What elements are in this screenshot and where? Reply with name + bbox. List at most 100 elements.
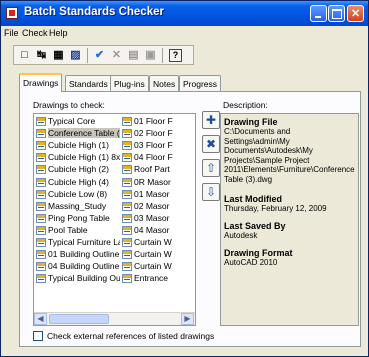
dwg-file-icon <box>36 238 46 247</box>
tab-plugins[interactable]: Plug-ins <box>110 75 149 91</box>
drawing-format-value: AutoCAD 2010 <box>224 258 278 267</box>
drawing-list-item-label: Cubicle High (1) 8x10 <box>48 152 120 163</box>
description-label: Description: <box>223 100 268 110</box>
menu-check[interactable]: Check <box>22 28 48 38</box>
dwg-file-icon <box>122 141 132 151</box>
drawing-list-item[interactable]: 03 Masor <box>122 212 195 224</box>
toolbar-separator <box>162 48 163 63</box>
check-standards-icon[interactable]: ✔ <box>92 48 107 63</box>
remove-drawing-icon[interactable]: ✖ <box>202 135 220 153</box>
save-icon[interactable]: ▦ <box>51 48 66 63</box>
view-report-icon[interactable]: ▤ <box>126 48 141 63</box>
dwg-file-icon <box>36 213 46 223</box>
drawing-list-item[interactable]: Cubicle High (1) <box>36 140 120 151</box>
drawing-list-item[interactable]: 01 Masor <box>122 189 195 200</box>
drawing-list-item[interactable]: Typical Furniture Layout <box>36 237 120 248</box>
external-references-label[interactable]: Check external references of listed draw… <box>47 331 214 341</box>
drawing-list-item[interactable]: 02 Masor <box>122 201 195 212</box>
tab-notes[interactable]: Notes <box>149 75 180 91</box>
drawing-list-item[interactable]: 04 Building Outline <box>36 261 120 272</box>
dwg-file-icon <box>122 117 132 126</box>
toolbar: □ ↹ ▦ ▨ ✔ ✕ ▤ ▣ ? <box>13 45 194 65</box>
dwg-file-icon <box>122 225 132 235</box>
drawing-list-item[interactable]: Curtain W <box>122 249 195 260</box>
tab-progress[interactable]: Progress <box>179 75 222 91</box>
menu-help[interactable]: Help <box>49 28 68 38</box>
scroll-thumb[interactable] <box>49 314 109 324</box>
dwg-file-icon <box>122 274 132 284</box>
window-title: Batch Standards Checker <box>24 6 164 18</box>
dwg-file-icon <box>36 189 46 199</box>
drawing-list-item-label: Typical Core <box>48 116 96 126</box>
scroll-right-icon[interactable]: ▶ <box>181 313 194 325</box>
drawing-list-item[interactable]: Typical Core <box>36 116 120 127</box>
drawing-list-item-label: Conference Table (3) <box>48 128 120 139</box>
drawing-list-item[interactable]: 03 Floor F <box>122 140 195 151</box>
drawing-file-heading: Drawing File <box>224 117 278 127</box>
drawings-list[interactable]: Entrance Curtain W Curtain W Curtain W 04 Ma… <box>33 113 196 326</box>
last-modified-value: Thursday, February 12, 2009 <box>224 204 327 213</box>
drawing-list-item-label: Curtain W <box>134 237 172 247</box>
drawing-list-item-label: 04 Building Outline <box>48 261 120 272</box>
dwg-file-icon <box>36 165 46 175</box>
menu-bar: File Check Help <box>1 26 368 42</box>
drawing-list-item-label: 04 Floor F <box>134 152 173 163</box>
drawing-list-item[interactable]: Curtain W <box>122 261 195 272</box>
drawing-list-item-label: 03 Masor <box>134 212 170 223</box>
description-pane: Drawing File C:\Documents and Settings\a… <box>220 113 359 326</box>
drawing-list-item[interactable]: Ping Pong Table <box>36 213 120 224</box>
dwg-file-icon <box>122 177 132 187</box>
maximize-button[interactable] <box>328 5 345 22</box>
export-report-icon[interactable]: ▣ <box>143 48 158 63</box>
external-references-checkbox[interactable] <box>33 331 43 341</box>
scroll-left-icon[interactable]: ◀ <box>34 313 47 325</box>
minimize-button[interactable] <box>310 5 327 22</box>
drawing-list-item[interactable]: Entrance <box>122 273 195 284</box>
drawing-list-item[interactable]: Curtain W <box>122 237 195 248</box>
title-bar[interactable]: Batch Standards Checker <box>1 1 368 26</box>
drawing-list-item-label: Massing_Study <box>48 200 107 211</box>
drawing-list-item[interactable]: Cubicle High (2) <box>36 164 120 175</box>
move-down-icon[interactable]: ⇩ <box>202 183 220 201</box>
drawing-list-item-label: Curtain W <box>134 261 172 272</box>
open-folder-icon[interactable]: ↹ <box>34 48 49 63</box>
drawing-list-item-label: Pool Table <box>48 224 88 235</box>
dwg-file-icon <box>122 238 132 247</box>
tab-drawings[interactable]: Drawings <box>19 73 63 92</box>
drawing-list-item[interactable]: Massing_Study <box>36 201 120 212</box>
drawing-list-item[interactable]: 01 Building Outline <box>36 249 120 260</box>
drawing-list-item[interactable]: 04 Masor <box>122 225 195 236</box>
drawing-list-item[interactable]: Roof Part <box>122 164 195 175</box>
new-file-icon[interactable]: □ <box>17 48 32 63</box>
dwg-file-icon <box>36 225 46 235</box>
last-saved-by-value: Autodesk <box>224 231 258 240</box>
drawing-list-item-label: Cubicle High (4) <box>48 176 109 187</box>
drawing-list-item[interactable]: Pool Table <box>36 225 120 236</box>
drawing-list-item[interactable]: Cubicle Low (8) <box>36 189 120 200</box>
menu-file[interactable]: File <box>4 28 19 38</box>
help-icon[interactable]: ? <box>169 49 182 62</box>
drawing-list-item-label: 01 Floor F <box>134 116 173 126</box>
drawing-list-item[interactable]: Conference Table (3) <box>36 128 120 139</box>
drawing-list-item-label: Typical Building Outline <box>48 273 120 284</box>
drawing-list-item[interactable]: 02 Floor F <box>122 128 195 139</box>
save-as-icon[interactable]: ▨ <box>68 48 83 63</box>
dwg-file-icon <box>122 153 132 163</box>
drawing-list-item-label: 02 Floor F <box>134 128 173 139</box>
tab-standards[interactable]: Standards <box>65 75 112 91</box>
drawing-list-item[interactable]: 04 Floor F <box>122 152 195 163</box>
move-up-icon[interactable]: ⇧ <box>202 159 220 177</box>
drawing-list-item-label: Typical Furniture Layout <box>48 237 120 247</box>
drawing-list-item[interactable]: 0R Masor <box>122 177 195 188</box>
drawing-list-item[interactable]: Typical Building Outline <box>36 273 120 284</box>
close-button[interactable] <box>347 5 364 22</box>
drawing-list-item[interactable]: 01 Floor F <box>122 116 195 127</box>
drawing-list-item-label: 01 Building Outline <box>48 249 120 260</box>
stop-icon[interactable]: ✕ <box>109 48 124 63</box>
drawing-list-item[interactable]: Cubicle High (1) 8x10 <box>36 152 120 163</box>
horizontal-scrollbar[interactable]: ◀ ▶ <box>34 312 195 325</box>
drawing-list-item[interactable]: Cubicle High (4) <box>36 177 120 188</box>
last-modified-heading: Last Modified <box>224 194 282 204</box>
dwg-file-icon <box>36 129 46 139</box>
add-drawing-icon[interactable]: ✚ <box>202 111 220 129</box>
